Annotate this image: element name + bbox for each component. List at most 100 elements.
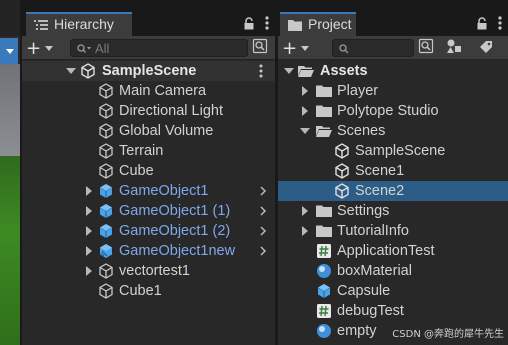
project-item[interactable]: TutorialInfo — [278, 221, 508, 241]
project-tab-buttons — [476, 14, 502, 34]
tab-project[interactable]: Project — [280, 12, 356, 36]
gameobject-icon — [98, 263, 114, 279]
assets-root-row[interactable]: Assets — [278, 61, 508, 81]
shapes-icon — [446, 38, 462, 58]
expand-arrow-icon[interactable] — [66, 68, 76, 74]
hierarchy-item[interactable]: GameObject1 (1) — [22, 201, 275, 221]
material-icon — [316, 323, 332, 339]
open-prefab-chevron-icon[interactable] — [257, 205, 269, 217]
open-prefab-chevron-icon[interactable] — [257, 185, 269, 197]
hierarchy-list-icon — [34, 18, 48, 30]
project-item[interactable]: debugTest — [278, 301, 508, 321]
project-search[interactable] — [332, 39, 414, 57]
create-button[interactable]: + — [26, 37, 54, 59]
lock-icon[interactable] — [476, 15, 488, 34]
hierarchy-item-label: Directional Light — [119, 103, 223, 119]
hierarchy-item[interactable]: Directional Light — [22, 101, 275, 121]
scene-visibility-button[interactable] — [250, 38, 270, 58]
hierarchy-item[interactable]: Global Volume — [22, 121, 275, 141]
hierarchy-item[interactable]: GameObject1 — [22, 181, 275, 201]
folder-icon — [288, 18, 302, 31]
hierarchy-search-input[interactable] — [95, 40, 247, 56]
scene-row[interactable]: SampleScene — [22, 61, 275, 81]
project-tree: Assets Player Polytope Studio Scenes Sample… — [278, 61, 508, 341]
project-item-label: ApplicationTest — [337, 243, 435, 259]
project-item[interactable]: boxMaterial — [278, 261, 508, 281]
expand-arrow-icon[interactable] — [300, 128, 310, 134]
scene-tool-dropdown[interactable] — [0, 38, 18, 64]
open-prefab-chevron-icon[interactable] — [257, 245, 269, 257]
search-icon — [77, 39, 91, 58]
scene-tab-area — [0, 0, 20, 36]
hierarchy-item[interactable]: vectortest1 — [22, 261, 275, 281]
scene-sky — [0, 64, 20, 156]
gameobject-icon — [98, 143, 114, 159]
material-icon — [316, 263, 332, 279]
hierarchy-item[interactable]: Cube — [22, 161, 275, 181]
hierarchy-item-label: Terrain — [119, 143, 164, 159]
hierarchy-item[interactable]: Main Camera — [22, 81, 275, 101]
expand-arrow-icon[interactable] — [302, 226, 308, 236]
hierarchy-item[interactable]: GameObject1new — [22, 241, 275, 261]
gameobject-icon — [98, 103, 114, 119]
assets-root-label: Assets — [320, 63, 368, 79]
gameobject-icon — [98, 123, 114, 139]
expand-arrow-icon[interactable] — [302, 206, 308, 216]
filter-by-type-button[interactable] — [444, 38, 464, 58]
project-panel: Project + Assets Player Polytope Studio … — [278, 0, 508, 345]
project-item[interactable]: SampleScene — [278, 141, 508, 161]
expand-arrow-icon[interactable] — [86, 206, 92, 216]
hierarchy-toolbar: + — [22, 36, 275, 60]
filter-by-label-button[interactable] — [476, 38, 496, 58]
hierarchy-tabbar: Hierarchy — [22, 0, 275, 36]
plus-icon: + — [282, 37, 298, 59]
csharp-script-icon — [316, 303, 332, 319]
hierarchy-item-label: Global Volume — [119, 123, 214, 139]
folder-icon — [316, 203, 332, 219]
project-item[interactable]: Polytope Studio — [278, 101, 508, 121]
lock-icon[interactable] — [243, 15, 255, 34]
expand-arrow-icon[interactable] — [86, 186, 92, 196]
expand-arrow-icon[interactable] — [284, 68, 294, 74]
project-item[interactable]: Scene2 — [278, 181, 508, 201]
project-item[interactable]: Settings — [278, 201, 508, 221]
hierarchy-item-label: Cube1 — [119, 283, 162, 299]
hierarchy-item[interactable]: Cube1 — [22, 281, 275, 301]
hierarchy-item-label: GameObject1 (2) — [119, 223, 231, 239]
prefab-icon — [316, 283, 332, 299]
expand-arrow-icon[interactable] — [302, 106, 308, 116]
kebab-menu-icon[interactable] — [498, 15, 502, 34]
project-search-input[interactable] — [353, 40, 413, 56]
open-prefab-chevron-icon[interactable] — [257, 225, 269, 237]
expand-arrow-icon[interactable] — [86, 226, 92, 236]
project-item-label: Settings — [337, 203, 390, 219]
project-tabbar: Project — [278, 0, 508, 36]
hierarchy-item[interactable]: Terrain — [22, 141, 275, 161]
project-item[interactable]: Scene1 — [278, 161, 508, 181]
gameobject-icon — [98, 163, 114, 179]
scene-kebab-icon[interactable] — [259, 64, 263, 78]
scene-name: SampleScene — [102, 63, 197, 79]
project-item[interactable]: Scenes — [278, 121, 508, 141]
expand-arrow-icon[interactable] — [302, 86, 308, 96]
unity-scene-icon — [334, 163, 350, 179]
create-asset-button[interactable]: + — [282, 37, 310, 59]
hierarchy-item[interactable]: GameObject1 (2) — [22, 221, 275, 241]
project-item-label: boxMaterial — [337, 263, 412, 279]
scene-terrain — [0, 156, 20, 345]
search-window-button[interactable] — [416, 38, 436, 58]
hierarchy-tree: SampleScene Main Camera Directional Light… — [22, 61, 275, 301]
expand-arrow-icon[interactable] — [86, 266, 92, 276]
hierarchy-search[interactable] — [70, 39, 248, 57]
tab-hierarchy[interactable]: Hierarchy — [26, 12, 132, 36]
plus-icon: + — [26, 37, 42, 59]
hierarchy-item-label: GameObject1new — [119, 243, 236, 259]
project-item[interactable]: Player — [278, 81, 508, 101]
kebab-menu-icon[interactable] — [265, 15, 269, 34]
watermark-text: CSDN @奔跑的犀牛先生 — [392, 329, 504, 340]
expand-arrow-icon[interactable] — [86, 246, 92, 256]
project-item[interactable]: ApplicationTest — [278, 241, 508, 261]
project-item[interactable]: Capsule — [278, 281, 508, 301]
folder-icon — [316, 223, 332, 239]
tag-icon — [479, 39, 493, 58]
